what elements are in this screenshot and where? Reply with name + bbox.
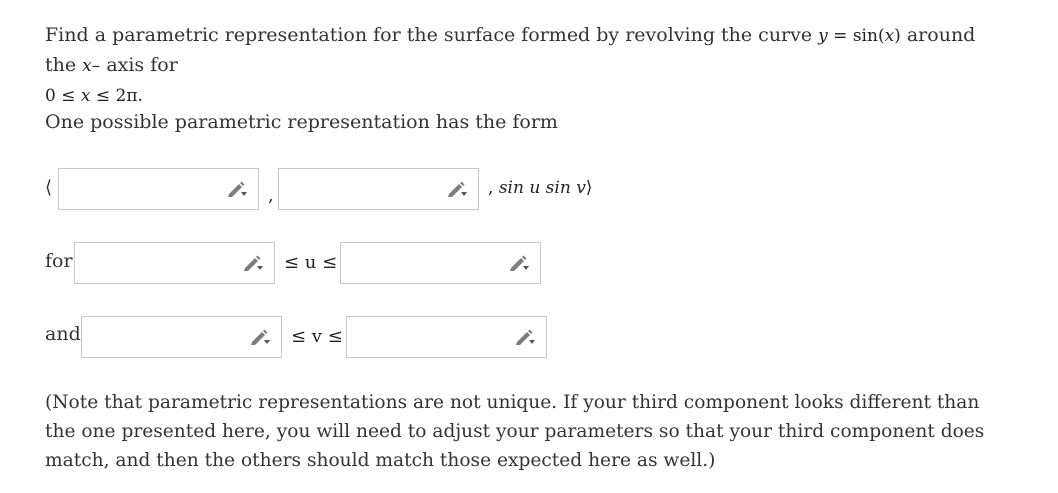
curve-var: x xyxy=(884,26,895,46)
range-lo: 0 ≤ xyxy=(45,86,81,106)
u-min-field[interactable] xyxy=(74,242,275,284)
v-min-field[interactable] xyxy=(81,316,282,358)
for-label: for xyxy=(45,250,73,272)
axis-label: x– xyxy=(82,56,100,76)
axis-dash: – xyxy=(91,56,101,76)
third-component-expr: sin u sin v xyxy=(498,178,586,198)
close-angle: ⟩ xyxy=(585,178,593,198)
comma-2: , xyxy=(488,178,494,198)
note-text: (Note that parametric representations ar… xyxy=(45,392,985,471)
intro-text: One possible parametric representation h… xyxy=(45,111,558,133)
pencil-icon[interactable] xyxy=(508,255,530,271)
u-inequality: ≤ u ≤ xyxy=(284,252,338,273)
open-angle: ⟨ xyxy=(45,177,53,198)
pencil-icon[interactable] xyxy=(514,329,536,345)
comma-1: , xyxy=(268,185,274,206)
third-component: , sin u sin v⟩ xyxy=(488,178,592,198)
domain-range: 0 ≤ x ≤ 2π. xyxy=(45,86,143,106)
v-max-field[interactable] xyxy=(346,316,547,358)
u-max-field[interactable] xyxy=(340,242,541,284)
axis-var: x xyxy=(82,56,92,76)
pencil-icon[interactable] xyxy=(242,255,264,271)
question-text: Find a parametric representation for the… xyxy=(45,21,1005,111)
question-prefix: Find a parametric representation for the… xyxy=(45,24,813,46)
curve-lhs: y xyxy=(818,26,828,46)
and-label: and xyxy=(45,323,81,345)
range-hi: ≤ 2π. xyxy=(90,86,143,106)
curve-equation: y = sin(x) xyxy=(818,26,901,46)
question-suffix: axis for xyxy=(106,54,178,76)
pencil-icon[interactable] xyxy=(226,181,248,197)
pencil-icon[interactable] xyxy=(446,181,468,197)
curve-eq: = sin( xyxy=(827,26,885,46)
component-1-field[interactable] xyxy=(58,168,259,210)
curve-close: ) xyxy=(894,26,901,46)
v-inequality: ≤ v ≤ xyxy=(291,326,343,347)
component-2-field[interactable] xyxy=(278,168,479,210)
pencil-icon[interactable] xyxy=(249,329,271,345)
